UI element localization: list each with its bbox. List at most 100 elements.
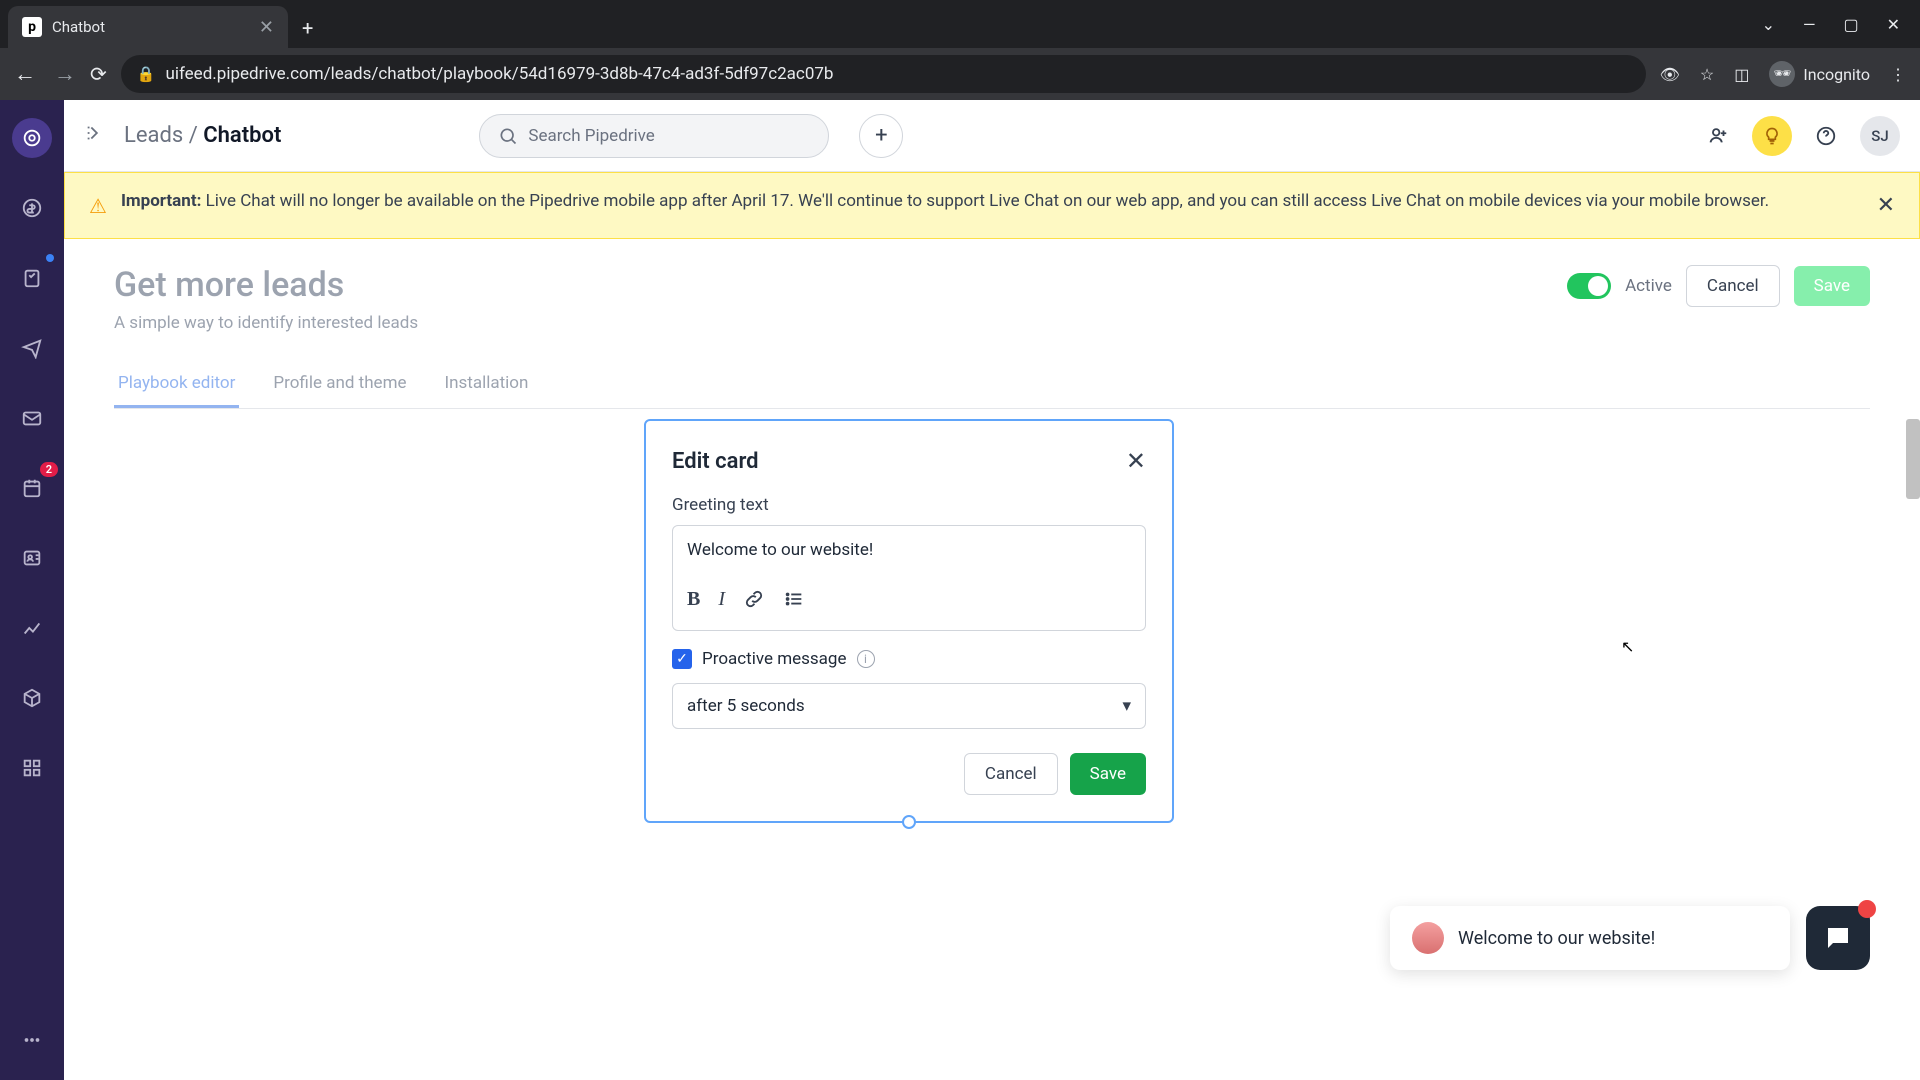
sidebar-item-campaigns[interactable] [12,328,52,368]
chat-message-text: Welcome to our website! [1458,928,1655,949]
lock-icon: 🔒 [137,65,156,83]
page-content: Get more leads A simple way to identify … [64,239,1920,1080]
incognito-indicator[interactable]: 🕶 Incognito [1769,61,1870,87]
sidebar-item-mail[interactable] [12,398,52,438]
page-title: Get more leads [114,265,418,305]
chat-preview: Welcome to our website! [1390,906,1870,970]
card-save-button[interactable]: Save [1070,753,1146,795]
warning-icon: ⚠ [89,191,107,221]
browser-right-icons: 👁 ☆ ◫ 🕶 Incognito ⋮ [1660,61,1906,87]
browser-tab[interactable]: p Chatbot ✕ [8,6,288,48]
forward-icon[interactable]: → [54,61,76,87]
sidebar-item-contacts[interactable] [12,538,52,578]
search-icon [498,126,518,146]
header-actions: Active Cancel Save [1567,265,1870,307]
close-window-icon[interactable]: ✕ [1887,15,1900,34]
topbar-right: SJ [1698,116,1900,156]
breadcrumb-current: Chatbot [203,123,281,148]
toggle-label: Active [1625,276,1672,296]
tabs-dropdown-icon[interactable]: ⌄ [1762,15,1775,34]
proactive-label: Proactive message [702,649,847,669]
save-button[interactable]: Save [1794,266,1870,306]
back-icon[interactable]: ← [14,61,36,87]
bold-icon[interactable]: B [687,588,700,616]
incognito-icon: 🕶 [1769,61,1795,87]
close-card-icon[interactable]: ✕ [1126,447,1146,475]
info-icon[interactable]: i [857,650,875,668]
user-avatar[interactable]: SJ [1860,116,1900,156]
search-placeholder: Search Pipedrive [528,126,654,146]
proactive-row: ✓ Proactive message i [672,649,1146,669]
browser-toolbar: ← → ⟳ 🔒 uifeed.pipedrive.com/leads/chatb… [0,48,1920,100]
sidebar-item-marketplace[interactable] [12,748,52,788]
maximize-icon[interactable]: ▢ [1843,15,1858,34]
sidebar-more-icon[interactable] [12,1020,52,1060]
tab-profile-theme[interactable]: Profile and theme [269,361,410,408]
star-icon[interactable]: ☆ [1700,65,1714,84]
quick-add-button[interactable]: + [859,114,903,158]
sidebar-item-leads[interactable] [12,118,52,158]
card-connector-handle[interactable] [902,815,916,829]
link-icon[interactable] [743,588,765,616]
card-title: Edit card [672,449,759,474]
minimize-icon[interactable]: — [1803,15,1816,34]
eye-off-icon[interactable]: 👁 [1660,65,1680,84]
page-subtitle: A simple way to identify interested lead… [114,313,418,333]
active-toggle[interactable] [1567,273,1611,299]
close-tab-icon[interactable]: ✕ [259,17,274,38]
edit-card-panel: Edit card ✕ Greeting text Welcome to our… [644,419,1174,823]
card-cancel-button[interactable]: Cancel [964,753,1058,795]
editor-toolbar: B I [687,588,1131,616]
notification-dot-icon [46,254,54,262]
content-tabs: Playbook editor Profile and theme Instal… [114,361,1870,409]
help-icon[interactable] [1806,116,1846,156]
window-controls: ⌄ — ▢ ✕ [1762,15,1920,34]
cursor-icon: ↖ [1621,637,1634,656]
kebab-menu-icon[interactable]: ⋮ [1890,65,1906,84]
warning-banner: ⚠ Important: Live Chat will no longer be… [64,172,1920,239]
breadcrumb-parent[interactable]: Leads [124,123,183,148]
greeting-label: Greeting text [672,495,1146,515]
main-area: Leads / Chatbot Search Pipedrive + SJ [64,100,1920,1080]
alert-text: Important: Live Chat will no longer be a… [121,189,1769,215]
incognito-label: Incognito [1803,65,1870,84]
greeting-input[interactable]: Welcome to our website! [687,540,1131,570]
italic-icon[interactable]: I [718,588,725,616]
reload-icon[interactable]: ⟳ [90,62,107,86]
chat-launcher-button[interactable] [1806,906,1870,970]
badge-count: 2 [40,462,58,477]
sidebar-toggle-icon[interactable] [84,122,106,149]
delay-value: after 5 seconds [687,696,805,716]
chat-icon [1823,923,1853,953]
alert-body: Live Chat will no longer be available on… [201,191,1769,211]
invite-users-icon[interactable] [1698,116,1738,156]
sidebar-item-products[interactable] [12,678,52,718]
tab-playbook-editor[interactable]: Playbook editor [114,361,239,408]
card-header: Edit card ✕ [672,447,1146,475]
avatar-initials: SJ [1871,127,1888,145]
sidebar-item-activities[interactable]: 2 [12,468,52,508]
scrollbar-thumb[interactable] [1906,419,1920,499]
address-bar[interactable]: 🔒 uifeed.pipedrive.com/leads/chatbot/pla… [121,55,1646,93]
sidebar-item-insights[interactable] [12,608,52,648]
cancel-button[interactable]: Cancel [1686,265,1780,307]
tab-favicon: p [22,17,42,37]
tips-bulb-icon[interactable] [1752,116,1792,156]
close-alert-icon[interactable]: ✕ [1877,189,1895,222]
chat-bubble[interactable]: Welcome to our website! [1390,906,1790,970]
alert-prefix: Important: [121,191,201,211]
proactive-checkbox[interactable]: ✓ [672,649,692,669]
new-tab-button[interactable]: + [288,8,327,48]
tab-installation[interactable]: Installation [441,361,533,408]
delay-select[interactable]: after 5 seconds ▾ [672,683,1146,729]
sidebar-item-projects[interactable] [12,258,52,298]
search-input[interactable]: Search Pipedrive [479,114,829,158]
sidebar-item-deals[interactable] [12,188,52,228]
card-actions: Cancel Save [672,753,1146,795]
extensions-icon[interactable]: ◫ [1734,65,1749,84]
left-sidebar: 2 [0,100,64,1080]
breadcrumb: Leads / Chatbot [124,123,281,148]
url-text: uifeed.pipedrive.com/leads/chatbot/playb… [165,64,833,84]
list-icon[interactable] [783,588,805,616]
app-root: 2 Leads / Chatbot Sear [0,100,1920,1080]
